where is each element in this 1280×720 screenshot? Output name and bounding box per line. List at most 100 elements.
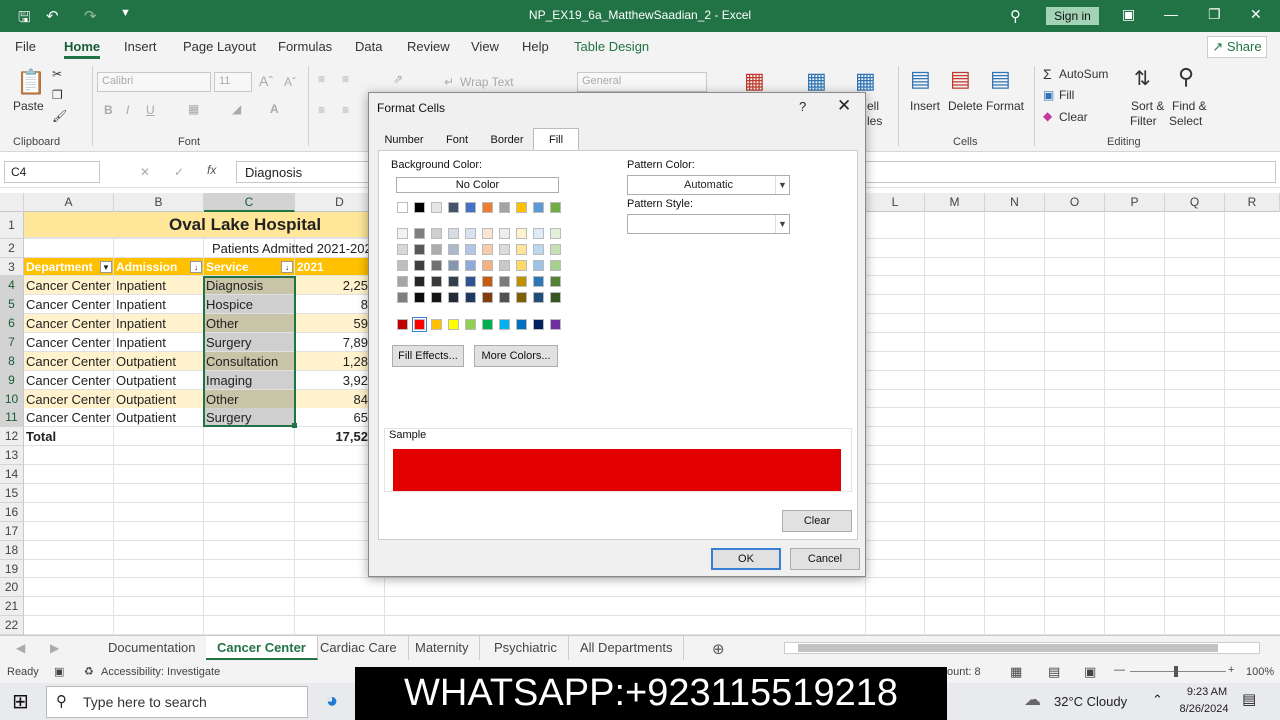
color-swatch[interactable]	[448, 228, 459, 239]
row-header[interactable]: 1	[0, 212, 24, 239]
tab-number[interactable]: Number	[379, 129, 429, 151]
pattern-color-select[interactable]: Automatic ▼	[627, 175, 790, 195]
wrap-text-button[interactable]: Wrap Text	[460, 75, 514, 89]
tray-chevron-icon[interactable]: ⌃	[1152, 692, 1163, 708]
number-format-select[interactable]: General	[577, 72, 707, 92]
color-swatch[interactable]	[499, 244, 510, 255]
color-swatch[interactable]	[550, 276, 561, 287]
table-cell[interactable]: Inpatient	[114, 295, 204, 314]
table-cell[interactable]: Outpatient	[114, 390, 204, 409]
color-swatch[interactable]	[448, 260, 459, 271]
edge-icon[interactable]: ◕	[326, 690, 338, 713]
new-sheet-icon[interactable]: ⊕	[712, 640, 725, 658]
color-swatch[interactable]	[482, 260, 493, 271]
clock-date[interactable]: 8/26/2024	[1172, 703, 1236, 715]
row-header[interactable]: 3	[0, 258, 24, 276]
cell-styles-icon[interactable]: ▦	[855, 68, 876, 94]
row-header[interactable]: 12	[0, 427, 24, 446]
table-cell[interactable]: Cancer Center	[24, 371, 114, 390]
tab-insert[interactable]: Insert	[124, 39, 157, 54]
delete-cells-button[interactable]: Delete	[948, 99, 983, 113]
color-swatch[interactable]	[431, 319, 442, 330]
color-swatch[interactable]	[499, 319, 510, 330]
fill-button[interactable]: Fill	[1059, 88, 1074, 102]
table-cell[interactable]: Outpatient	[114, 352, 204, 371]
color-swatch[interactable]	[448, 202, 459, 213]
share-button[interactable]: ↗ Share	[1207, 36, 1267, 58]
color-swatch[interactable]	[482, 276, 493, 287]
table-cell[interactable]: Inpatient	[114, 333, 204, 352]
accessibility-status[interactable]: Accessibility: Investigate	[101, 666, 220, 678]
clock-time[interactable]: 9:23 AM	[1178, 686, 1236, 698]
notifications-icon[interactable]: ▤	[1242, 690, 1256, 708]
table-cell[interactable]: Cancer Center	[24, 333, 114, 352]
table-cell[interactable]: Cancer Center	[24, 295, 114, 314]
color-swatch[interactable]	[533, 292, 544, 303]
table-cell[interactable]: Outpatient	[114, 371, 204, 390]
tab-fill[interactable]: Fill	[533, 128, 579, 152]
row-header[interactable]: 8	[0, 352, 24, 371]
color-swatch[interactable]	[414, 276, 425, 287]
color-swatch[interactable]	[465, 228, 476, 239]
font-color-icon[interactable]: A	[270, 102, 279, 116]
select-all-corner[interactable]	[0, 193, 24, 212]
tab-home[interactable]: Home	[64, 39, 101, 59]
align-center-icon[interactable]: ≡	[342, 103, 349, 117]
clear-button[interactable]: Clear	[1059, 110, 1088, 124]
color-swatch[interactable]	[465, 319, 476, 330]
color-swatch[interactable]	[465, 292, 476, 303]
insert-cells-button[interactable]: Insert	[910, 99, 940, 113]
total-label[interactable]: Total	[24, 427, 114, 446]
sheet-tab-psychiatric[interactable]: Psychiatric	[483, 636, 569, 660]
grow-font-icon[interactable]: Aˆ	[259, 73, 273, 89]
color-swatch[interactable]	[533, 276, 544, 287]
normal-view-icon[interactable]: ▦	[1010, 664, 1022, 680]
color-swatch[interactable]	[397, 276, 408, 287]
color-swatch[interactable]	[482, 202, 493, 213]
column-header[interactable]: M	[925, 193, 985, 212]
color-swatch[interactable]	[482, 292, 493, 303]
sort-filter-label-2[interactable]: Filter	[1130, 114, 1157, 128]
find-select-label-2[interactable]: Select	[1169, 114, 1202, 128]
table-cell[interactable]: Inpatient	[114, 276, 204, 295]
name-box[interactable]: C4	[4, 161, 100, 183]
color-swatch[interactable]	[533, 244, 544, 255]
color-swatch[interactable]	[431, 244, 442, 255]
search-icon[interactable]: ⚲	[1010, 7, 1021, 25]
color-swatch[interactable]	[550, 244, 561, 255]
row-header[interactable]: 10	[0, 390, 24, 408]
taskbar-search[interactable]: Type here to search	[46, 686, 308, 718]
prev-sheet-icon[interactable]: ◀	[16, 641, 25, 655]
row-header[interactable]: 9	[0, 371, 24, 390]
align-left-icon[interactable]: ≡	[318, 103, 325, 117]
column-header[interactable]: A	[24, 193, 114, 212]
color-swatch[interactable]	[550, 319, 561, 330]
format-as-table-icon[interactable]: ▦	[806, 68, 827, 94]
row-header[interactable]: 6	[0, 314, 24, 333]
color-swatch[interactable]	[550, 228, 561, 239]
color-swatch[interactable]	[516, 260, 527, 271]
sort-filter-icon[interactable]: ⇅	[1134, 66, 1151, 91]
sheet-tab-maternity[interactable]: Maternity	[404, 636, 481, 660]
color-swatch[interactable]	[465, 202, 476, 213]
color-swatch[interactable]	[482, 244, 493, 255]
color-swatch[interactable]	[414, 292, 425, 303]
delete-cells-icon[interactable]: ▤	[950, 66, 971, 92]
color-swatch[interactable]	[533, 260, 544, 271]
column-header[interactable]: L	[866, 193, 925, 212]
color-swatch[interactable]	[516, 319, 527, 330]
row-header[interactable]: 14	[0, 465, 24, 484]
zoom-in-icon[interactable]: +	[1228, 664, 1234, 676]
zoom-slider-thumb[interactable]	[1174, 666, 1178, 677]
dialog-close-icon[interactable]: ✕	[837, 96, 851, 116]
paste-icon[interactable]: 📋	[16, 68, 46, 97]
help-icon[interactable]: ?	[799, 99, 806, 114]
color-swatch[interactable]	[499, 202, 510, 213]
weather-text[interactable]: 32°C Cloudy	[1054, 694, 1127, 709]
tab-formulas[interactable]: Formulas	[278, 39, 332, 54]
insert-cells-icon[interactable]: ▤	[910, 66, 931, 92]
copy-icon[interactable]: ❐	[52, 88, 63, 102]
windows-start-icon[interactable]: ⊞	[12, 689, 29, 714]
color-swatch[interactable]	[533, 228, 544, 239]
color-swatch[interactable]	[550, 202, 561, 213]
